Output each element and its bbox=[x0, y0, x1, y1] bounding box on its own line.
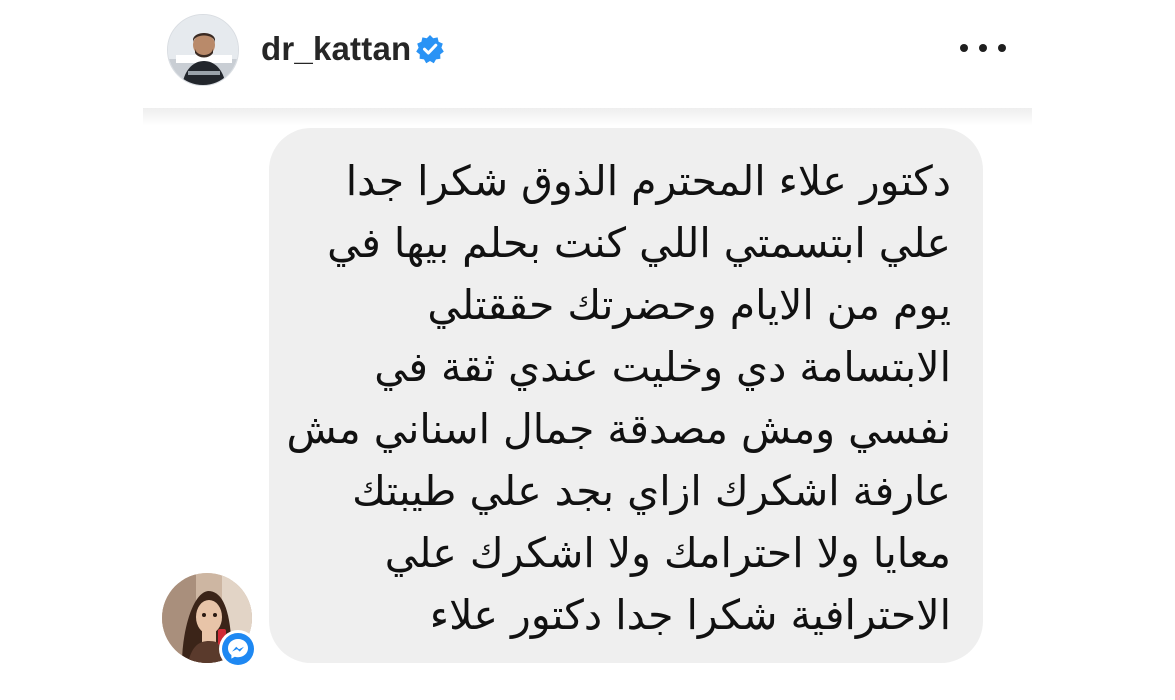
message-text: دكتور علاء المحترم الذوق شكرا جدا علي اب… bbox=[286, 150, 951, 646]
more-dot bbox=[998, 44, 1006, 52]
message-bubble: دكتور علاء المحترم الذوق شكرا جدا علي اب… bbox=[269, 128, 983, 663]
message-line: الابتسامة دي وخليت عندي ثقة في bbox=[374, 343, 951, 391]
message-line: دكتور علاء المحترم الذوق شكرا جدا bbox=[345, 157, 951, 205]
messenger-icon bbox=[222, 633, 254, 665]
post-top-shadow bbox=[143, 108, 1032, 126]
post-image: دكتور علاء المحترم الذوق شكرا جدا علي اب… bbox=[143, 108, 1032, 700]
message-line: يوم من الايام وحضرتك حققتلي bbox=[427, 281, 951, 329]
message-line: الاحترافية شكرا جدا دكتور علاء bbox=[429, 591, 951, 639]
message-line: عارفة اشكرك ازاي بجد علي طيبتك bbox=[352, 467, 951, 515]
post-header: dr_kattan bbox=[0, 0, 1175, 108]
profile-avatar[interactable] bbox=[167, 14, 239, 86]
username[interactable]: dr_kattan bbox=[261, 27, 411, 71]
profile-photo bbox=[168, 15, 238, 85]
more-dot bbox=[960, 44, 968, 52]
message-line: نفسي ومش مصدقة جمال اسناني مش bbox=[286, 405, 951, 453]
instagram-post: dr_kattan دكتور علاء المحترم الذوق شكرا … bbox=[0, 0, 1175, 700]
message-line: علي ابتسمتي اللي كنت بحلم بيها في bbox=[327, 219, 951, 267]
more-dot bbox=[979, 44, 987, 52]
more-options-button[interactable] bbox=[960, 33, 1006, 63]
message-line: معايا ولا احترامك ولا اشكرك علي bbox=[384, 529, 951, 577]
messenger-badge bbox=[219, 630, 257, 668]
verified-badge-icon bbox=[416, 35, 444, 64]
